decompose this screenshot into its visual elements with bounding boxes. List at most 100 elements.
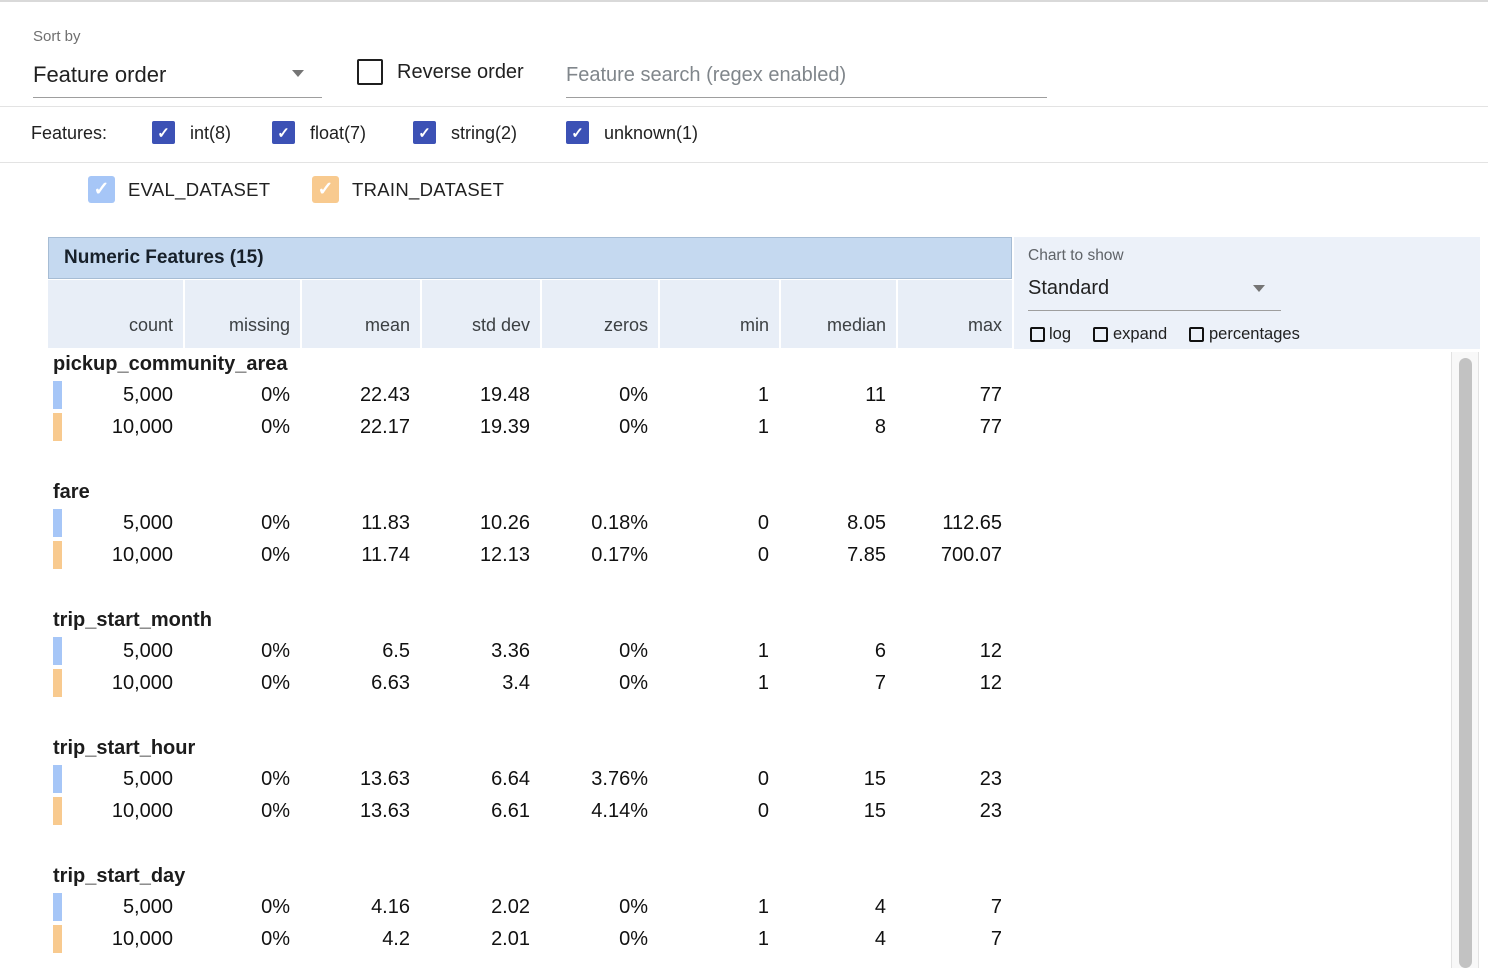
stat-cell: 13.63 [300, 795, 420, 827]
feature-block-pickup_community_area: pickup_community_area5,0000%22.4319.480%… [48, 350, 1012, 478]
stat-cell: 5,000 [48, 763, 183, 795]
eval-stats-row: 5,0000%6.53.360%1612 [48, 635, 1012, 667]
toolbar: Sort by Feature order Reverse order [0, 2, 1488, 107]
float-checkbox[interactable]: ✓ [272, 121, 295, 144]
chart-type-value: Standard [1028, 277, 1109, 300]
feature-search-input[interactable] [566, 54, 1047, 98]
stat-cell: 0% [183, 379, 300, 411]
stat-cell: 0% [540, 635, 658, 667]
vertical-scrollbar[interactable] [1451, 352, 1479, 968]
stat-cell: 0% [540, 379, 658, 411]
stat-cell: 15 [779, 763, 896, 795]
string-checkbox[interactable]: ✓ [413, 121, 436, 144]
percentages-checkbox[interactable] [1189, 327, 1204, 342]
stat-cell: 3.36 [420, 635, 540, 667]
stat-cell: 6 [779, 635, 896, 667]
chevron-down-icon [292, 70, 304, 77]
stat-cell: 12 [896, 635, 1012, 667]
sort-order-value: Feature order [33, 62, 166, 88]
stat-cell: 6.61 [420, 795, 540, 827]
stat-cell: 0.17% [540, 539, 658, 571]
percentages-label: percentages [1209, 325, 1300, 344]
col-min: min [658, 280, 779, 348]
stat-cell: 3.76% [540, 763, 658, 795]
numeric-features-table-header: Numeric Features (15) count missing mean… [48, 237, 1012, 348]
chevron-down-icon [1253, 285, 1265, 292]
stat-cell: 0% [183, 763, 300, 795]
eval-dataset-checkbox[interactable]: ✓ [88, 176, 115, 203]
chart-options-panel: Chart to show Standard log expand percen… [1014, 237, 1480, 349]
stat-cell: 112.65 [896, 507, 1012, 539]
stat-cell: 15 [779, 795, 896, 827]
col-max: max [896, 280, 1012, 348]
feature-rows: pickup_community_area5,0000%22.4319.480%… [48, 350, 1012, 968]
stat-cell: 0% [183, 667, 300, 699]
train-stats-row: 10,0000%6.633.40%1712 [48, 667, 1012, 699]
stat-cell: 22.43 [300, 379, 420, 411]
eval-stats-row: 5,0000%4.162.020%147 [48, 891, 1012, 923]
stat-cell: 1 [658, 635, 779, 667]
stat-cell: 0% [183, 923, 300, 955]
stat-cell: 0% [183, 635, 300, 667]
stat-cell: 23 [896, 795, 1012, 827]
reverse-order-checkbox[interactable] [357, 59, 383, 85]
expand-checkbox[interactable] [1093, 327, 1108, 342]
stat-cell: 0% [183, 507, 300, 539]
stat-cell: 12.13 [420, 539, 540, 571]
facets-overview-app: Sort by Feature order Reverse order Feat… [0, 0, 1488, 968]
stat-cell: 0% [540, 667, 658, 699]
stat-cell: 0% [540, 923, 658, 955]
unknown-label: unknown(1) [604, 123, 698, 144]
stat-cell: 1 [658, 379, 779, 411]
stat-cell: 4.2 [300, 923, 420, 955]
scrollbar-thumb[interactable] [1459, 358, 1472, 968]
int-checkbox[interactable]: ✓ [152, 121, 175, 144]
eval-stats-row: 5,0000%22.4319.480%11177 [48, 379, 1012, 411]
unknown-checkbox[interactable]: ✓ [566, 121, 589, 144]
stat-cell: 4.14% [540, 795, 658, 827]
train-dataset-checkbox[interactable]: ✓ [312, 176, 339, 203]
reverse-order-label: Reverse order [397, 61, 524, 84]
dataset-color-chip [53, 765, 62, 793]
stat-cell: 7 [896, 923, 1012, 955]
int-label: int(8) [190, 123, 231, 144]
stat-cell: 0 [658, 539, 779, 571]
chart-type-select[interactable]: Standard [1028, 275, 1281, 311]
dataset-color-chip [53, 509, 62, 537]
float-label: float(7) [310, 123, 366, 144]
train-stats-row: 10,0000%11.7412.130.17%07.85700.07 [48, 539, 1012, 571]
stat-cell: 5,000 [48, 379, 183, 411]
stat-cell: 6.63 [300, 667, 420, 699]
eval-stats-row: 5,0000%13.636.643.76%01523 [48, 763, 1012, 795]
dataset-color-chip [53, 669, 62, 697]
log-checkbox[interactable] [1030, 327, 1045, 342]
stat-cell: 5,000 [48, 891, 183, 923]
feature-name: fare [48, 478, 1012, 507]
charts-column [1040, 352, 1420, 968]
feature-block-trip_start_day: trip_start_day5,0000%4.162.020%14710,000… [48, 862, 1012, 968]
dataset-legend-bar: ✓ EVAL_DATASET ✓ TRAIN_DATASET [0, 163, 1488, 237]
stat-cell: 6.5 [300, 635, 420, 667]
stat-cell: 5,000 [48, 635, 183, 667]
stat-cell: 19.39 [420, 411, 540, 443]
sort-order-select[interactable]: Feature order [33, 54, 322, 98]
stat-cell: 0.18% [540, 507, 658, 539]
stat-cell: 1 [658, 411, 779, 443]
train-stats-row: 10,0000%13.636.614.14%01523 [48, 795, 1012, 827]
feature-name: trip_start_day [48, 862, 1012, 891]
feature-block-trip_start_hour: trip_start_hour5,0000%13.636.643.76%0152… [48, 734, 1012, 862]
stat-cell: 10,000 [48, 923, 183, 955]
stat-cell: 12 [896, 667, 1012, 699]
train-stats-row: 10,0000%4.22.010%147 [48, 923, 1012, 955]
stat-cell: 11 [779, 379, 896, 411]
stat-cell: 7 [896, 891, 1012, 923]
stat-cell: 6.64 [420, 763, 540, 795]
stat-cell: 8 [779, 411, 896, 443]
stat-cell: 0% [183, 891, 300, 923]
table-title: Numeric Features (15) [64, 247, 264, 269]
dataset-color-chip [53, 381, 62, 409]
col-stddev: std dev [420, 280, 540, 348]
stat-cell: 0% [183, 539, 300, 571]
stat-cell: 4 [779, 923, 896, 955]
stat-cell: 10,000 [48, 411, 183, 443]
